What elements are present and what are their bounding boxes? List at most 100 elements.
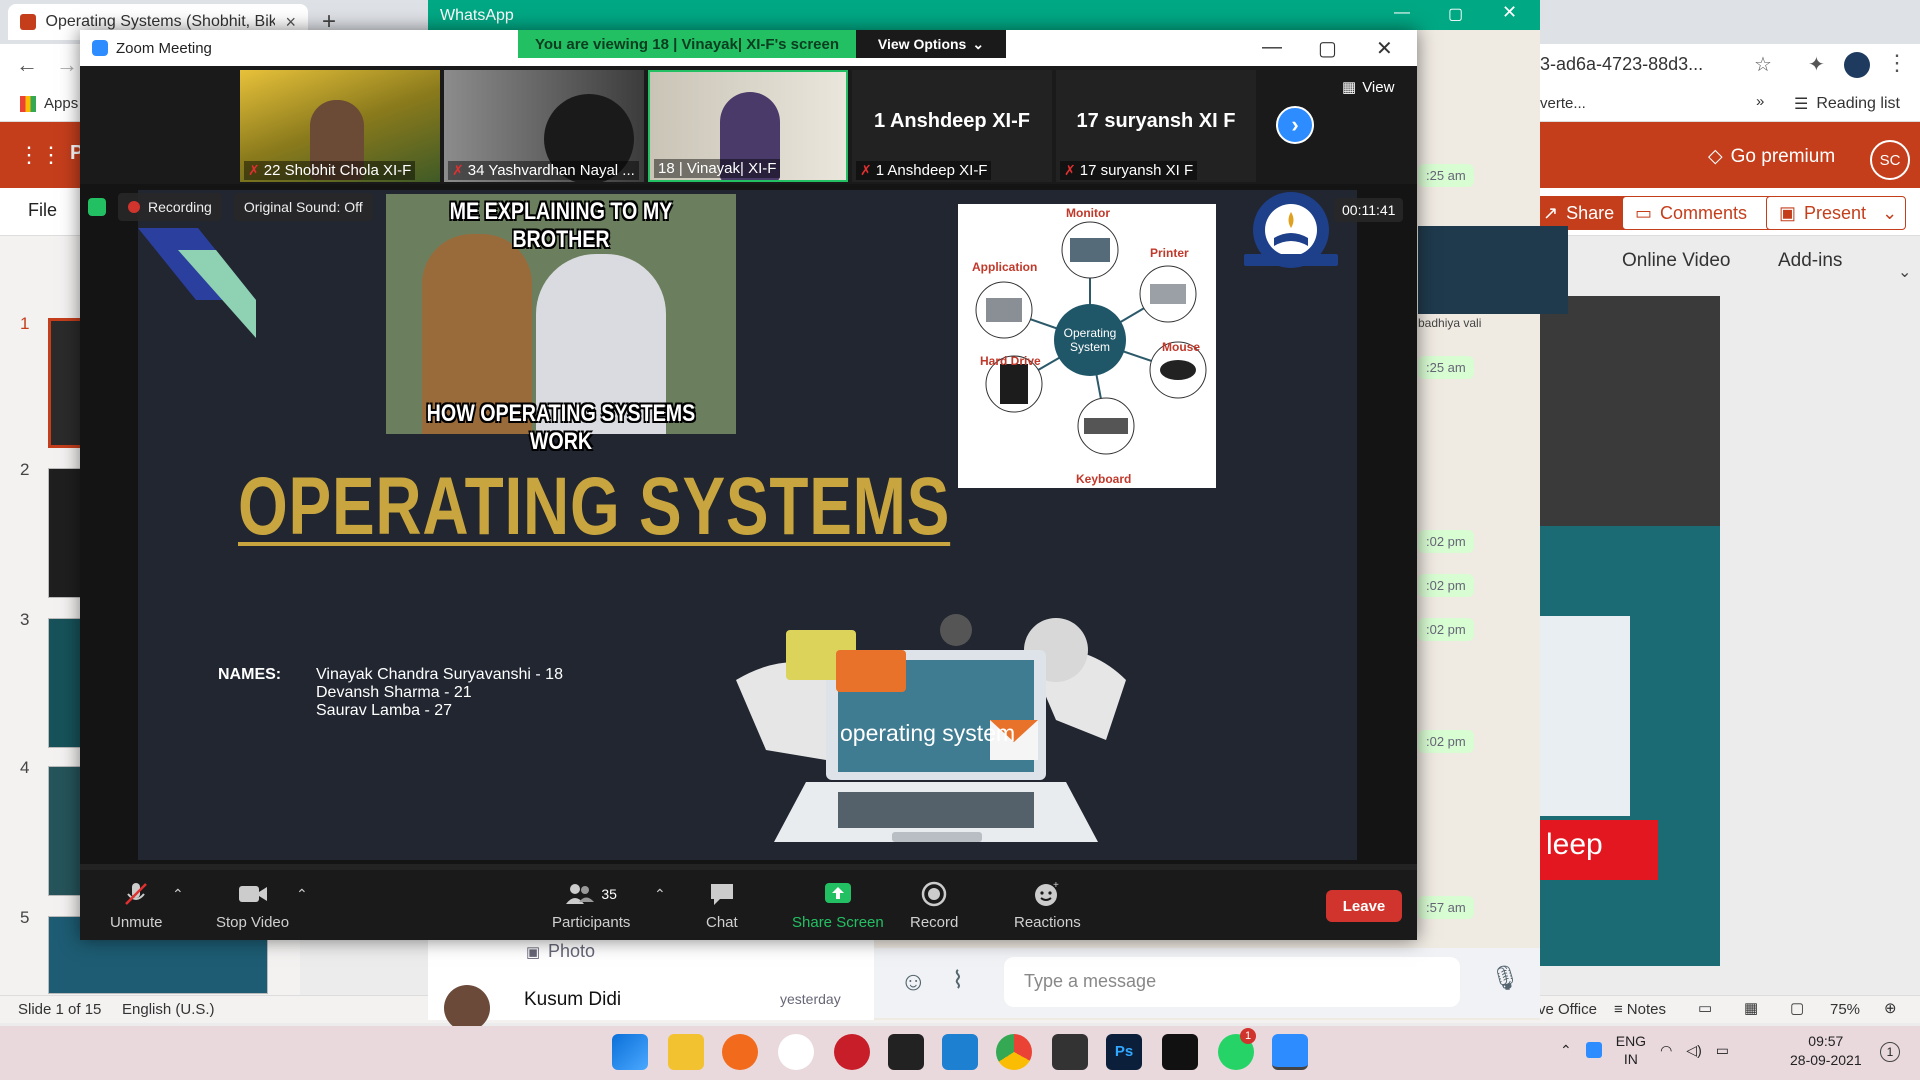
minimize-icon[interactable]: — [1394,4,1410,22]
participant-tile[interactable]: 18 | Vinayak| XI-F [648,70,848,182]
omnibox-url[interactable]: 3-ad6a-4723-88d3... [1540,54,1703,75]
whatsapp-icon[interactable]: 1 [1218,1028,1256,1070]
bookmark-item[interactable]: verte... [1540,95,1586,112]
thumb-number: 1 [20,314,30,333]
file-explorer-icon[interactable] [668,1034,704,1070]
leave-button[interactable]: Leave [1326,890,1402,922]
chat-item[interactable]: Kusum Didi yesterday [428,981,874,1031]
photo-preview-label: Photo [548,941,596,961]
fit-slide-icon[interactable]: ⊕ [1884,999,1897,1017]
insert-online-video[interactable]: Online Video [1622,250,1730,272]
message-time: :57 am [1418,896,1474,919]
more-menu-icon[interactable]: ⋮ [1886,50,1908,76]
pen-app-icon[interactable] [722,1034,758,1070]
maximize-icon[interactable]: ▢ [1318,36,1337,61]
avatar[interactable]: SC [1870,140,1910,180]
thumb-number: 2 [20,460,30,479]
reactions-button[interactable]: + Reactions [1014,880,1081,931]
audio-options-caret-icon[interactable]: ⌃ [172,886,184,903]
message-input[interactable]: Type a message [1004,957,1460,1007]
profile-avatar[interactable] [1844,52,1870,78]
chrome-icon[interactable] [996,1034,1032,1070]
reading-view-icon[interactable]: ▢ [1790,999,1804,1017]
message-time: :02 pm [1418,530,1474,553]
zoom-level[interactable]: 75% [1830,1001,1860,1018]
chevron-down-icon[interactable]: ⌄ [1898,262,1911,282]
notes-label: Notes [1626,1001,1666,1018]
language-indicator[interactable]: ENG IN [1616,1032,1646,1068]
recording-indicator[interactable]: Recording [118,193,222,221]
present-button[interactable]: ▣ Present ⌄ [1766,196,1906,230]
terminal-icon[interactable] [1162,1034,1198,1070]
view-button[interactable]: ▦ View [1342,78,1394,97]
participant-name: 1 Anshdeep XI-F [875,162,988,179]
go-premium-button[interactable]: ◇ Go premium [1708,145,1835,168]
windows-start-icon[interactable] [612,1034,648,1070]
bookmark-star-icon[interactable]: ☆ [1754,52,1772,77]
sorter-view-icon[interactable]: ▦ [1744,999,1758,1017]
muted-mic-icon: ✗ [452,162,464,178]
participant-name: 18 | Vinayak| XI-F [658,160,777,177]
attach-icon[interactable]: ⌇ [952,966,964,995]
next-page-arrow-icon[interactable]: › [1276,106,1314,144]
menu-file[interactable]: File [28,200,57,221]
participant-tile[interactable]: ✗ 22 Shobhit Chola XI-F [240,70,440,182]
normal-view-icon[interactable]: ▭ [1698,999,1712,1017]
share-button[interactable]: ↗ Share [1530,196,1630,230]
tray-app-icon[interactable] [1585,1042,1602,1058]
video-options-caret-icon[interactable]: ⌃ [296,886,308,903]
close-icon[interactable]: ✕ [1502,2,1517,23]
insert-addins[interactable]: Add-ins [1778,250,1842,272]
apps-grid-icon[interactable] [20,96,36,112]
clock[interactable]: 09:57 28-09-2021 [1790,1032,1862,1070]
chat-app-icon[interactable] [778,1034,814,1070]
red-settings-icon[interactable] [834,1034,870,1070]
message-time: :02 pm [1418,618,1474,641]
share-screen-button[interactable]: Share Screen [792,880,884,931]
close-icon[interactable]: ✕ [1376,36,1393,61]
back-icon[interactable]: ← [16,52,38,78]
chevron-up-icon[interactable]: ⌃ [1560,1042,1572,1059]
chat-button[interactable]: Chat [706,880,738,931]
participant-tile[interactable]: ✗ 34 Yashvardhan Nayal ... [444,70,644,182]
language-indicator[interactable]: English (U.S.) [122,1001,215,1018]
participant-tile[interactable]: 1 Anshdeep XI-F ✗ 1 Anshdeep XI-F [852,70,1052,182]
bookmarks-overflow-icon[interactable]: » [1756,93,1764,110]
participant-label: ✗ 17 suryansh XI F [1060,161,1198,180]
battery-icon[interactable]: ▭ [1716,1042,1729,1059]
minimize-icon[interactable]: — [1262,36,1282,59]
vscode-icon[interactable] [942,1034,978,1070]
mic-icon[interactable]: 🎙 [1490,964,1520,993]
photoshop-icon[interactable]: Ps [1106,1034,1142,1070]
volume-icon[interactable]: ◁) [1686,1042,1701,1059]
sticky-notes-icon[interactable] [888,1034,924,1070]
unmute-button[interactable]: Unmute [110,880,163,931]
comments-button[interactable]: ▭ Comments [1622,196,1774,230]
wifi-icon[interactable]: ◠ [1660,1042,1672,1059]
participant-tile[interactable]: 17 suryansh XI F ✗ 17 suryansh XI F [1056,70,1256,182]
participants-button[interactable]: 35 Participants [552,880,630,931]
game-app-icon[interactable] [1052,1034,1088,1070]
notification-count[interactable]: 1 [1880,1042,1900,1062]
app-launcher-icon[interactable]: ⋮⋮ [18,142,62,168]
zoom-icon[interactable] [1272,1034,1308,1070]
view-options-button[interactable]: View Options ⌄ [856,30,1006,58]
maximize-icon[interactable]: ▢ [1448,4,1463,24]
reading-list[interactable]: ☰ Reading list [1794,94,1900,114]
forward-icon[interactable]: → [56,52,78,78]
chevron-down-icon: ⌄ [972,35,985,52]
emoji-icon[interactable]: ☺ [900,966,927,997]
original-sound-toggle[interactable]: Original Sound: Off [233,193,373,221]
meme-image: ME EXPLAINING TO MY BROTHER HOW OPERATIN… [386,194,736,455]
notes-button[interactable]: ≡ Notes [1614,1001,1666,1018]
record-button[interactable]: Record [910,880,958,931]
message-time: :02 pm [1418,574,1474,597]
whatsapp-titlebar: WhatsApp — ▢ ✕ [428,0,1540,30]
map-image [1540,296,1720,526]
apps-bookmark[interactable]: Apps [44,95,78,112]
chevron-down-icon[interactable]: ⌄ [1882,203,1897,224]
stop-video-button[interactable]: Stop Video [216,880,289,931]
participants-caret-icon[interactable]: ⌃ [654,886,666,903]
extensions-icon[interactable]: ✦ [1808,52,1825,77]
office-feedback[interactable]: ve Office [1538,1001,1597,1018]
